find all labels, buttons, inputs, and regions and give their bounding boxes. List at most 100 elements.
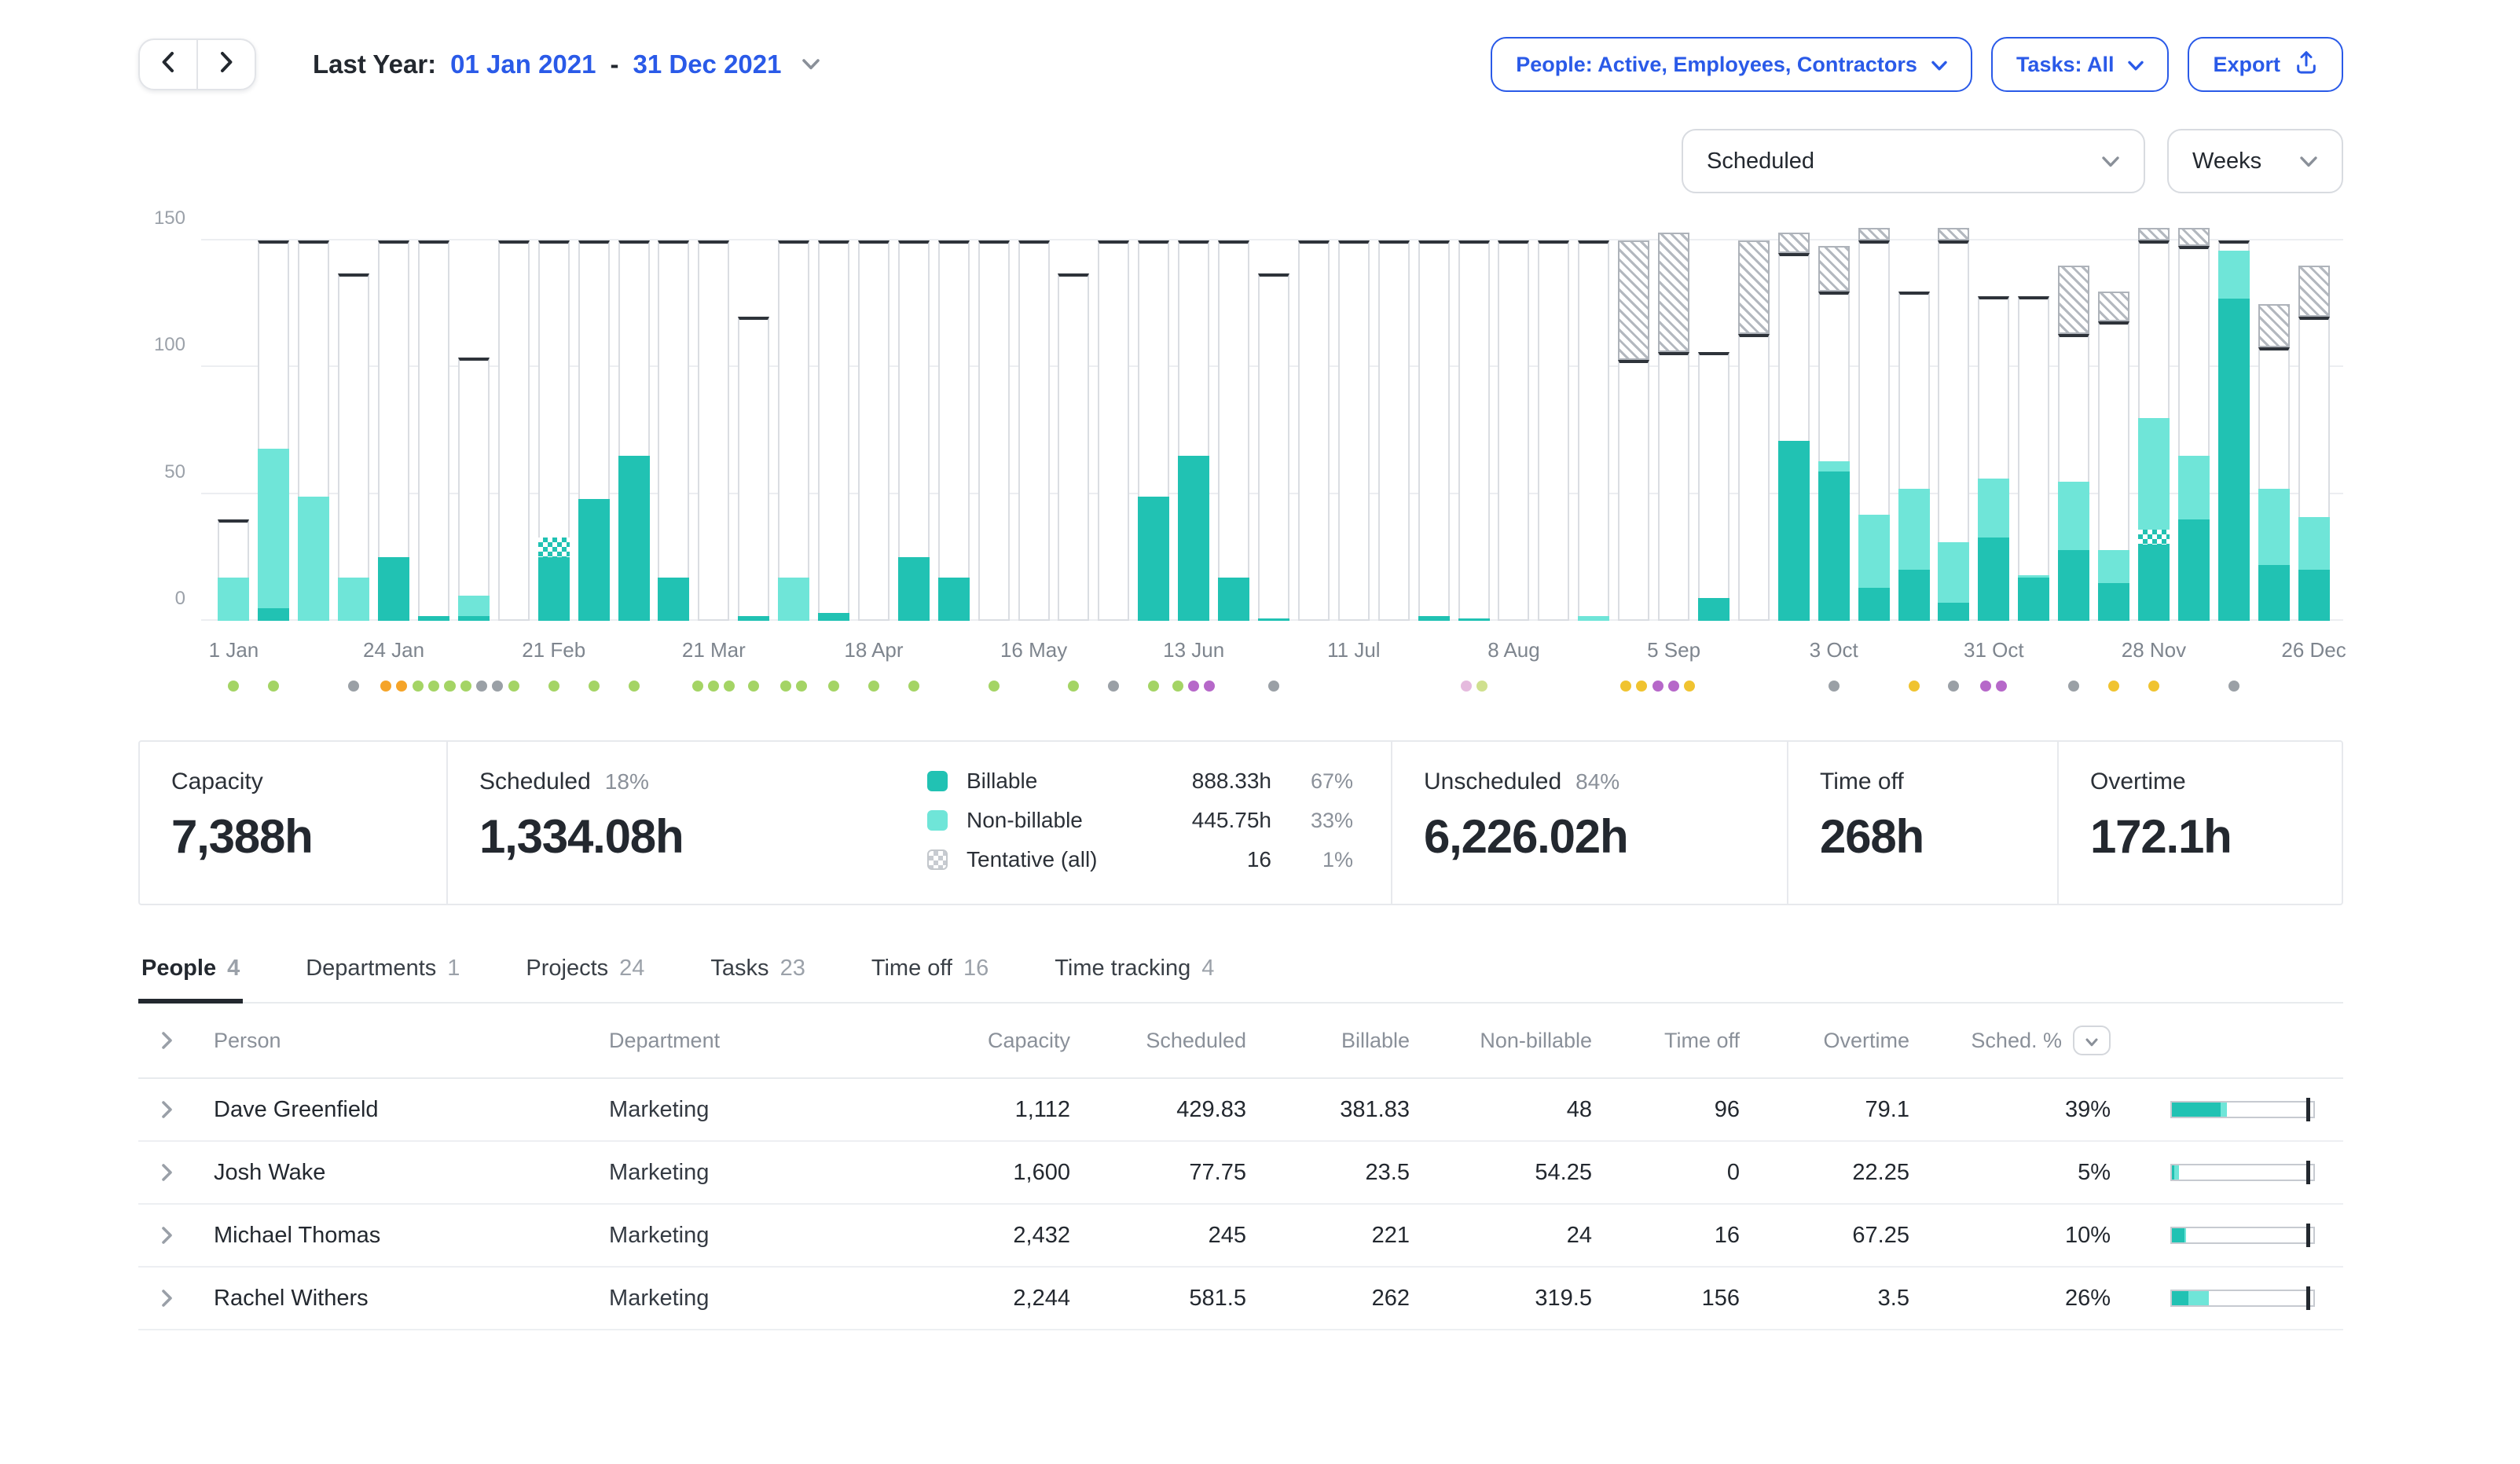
table-row-dave-greenfield[interactable]: Dave GreenfieldMarketing1,112429.83381.8… — [138, 1079, 2343, 1142]
chart-week-42[interactable] — [1894, 228, 1934, 621]
chart-week-0[interactable]: 1 Jan — [214, 228, 254, 621]
table-row-rachel-withers[interactable]: Rachel WithersMarketing2,244581.5262319.… — [138, 1268, 2343, 1330]
chart-week-6[interactable] — [453, 228, 493, 621]
row-expand-icon[interactable] — [138, 1226, 211, 1245]
chart-week-34[interactable] — [1574, 228, 1614, 621]
tab-label: Time off — [871, 956, 952, 982]
chart-week-26[interactable] — [1254, 228, 1294, 621]
chart-week-38[interactable] — [1733, 228, 1774, 621]
chart-week-22[interactable] — [1094, 228, 1134, 621]
chart-week-11[interactable] — [654, 228, 694, 621]
chart-week-48[interactable]: 28 Nov — [2134, 228, 2174, 621]
chart-week-35[interactable] — [1614, 228, 1654, 621]
milestone-dots — [748, 681, 759, 692]
chart-week-31[interactable] — [1454, 228, 1494, 621]
chart-week-47[interactable] — [2094, 228, 2134, 621]
chart-week-18[interactable] — [934, 228, 974, 621]
range-start-date[interactable]: 01 Jan 2021 — [450, 50, 596, 79]
chart-week-44[interactable]: 31 Oct — [1974, 228, 2014, 621]
header-capacity[interactable]: Capacity — [910, 1029, 1073, 1053]
bar-stack — [1778, 228, 1810, 621]
chart-week-3[interactable] — [334, 228, 374, 621]
chart-week-24[interactable]: 13 Jun — [1174, 228, 1214, 621]
header-department[interactable]: Department — [606, 1029, 910, 1053]
chart-week-27[interactable] — [1293, 228, 1333, 621]
chart-week-28[interactable]: 11 Jul — [1333, 228, 1374, 621]
header-scheduled[interactable]: Scheduled — [1073, 1029, 1249, 1053]
chart-week-8[interactable]: 21 Feb — [534, 228, 574, 621]
chart-week-29[interactable] — [1374, 228, 1414, 621]
header-non-billable[interactable]: Non-billable — [1413, 1029, 1595, 1053]
chart-week-5[interactable] — [414, 228, 454, 621]
chart-week-1[interactable] — [254, 228, 294, 621]
chart-week-49[interactable] — [2173, 228, 2214, 621]
chart-week-40[interactable]: 3 Oct — [1814, 228, 1854, 621]
chart-week-13[interactable] — [734, 228, 774, 621]
chart-week-30[interactable] — [1414, 228, 1454, 621]
chart-week-32[interactable]: 8 Aug — [1494, 228, 1534, 621]
tab-departments[interactable]: Departments1 — [303, 946, 463, 1002]
chart-week-20[interactable]: 16 May — [1014, 228, 1054, 621]
chart-week-12[interactable]: 21 Mar — [694, 228, 734, 621]
capacity-bar — [1578, 240, 1609, 621]
chart-week-37[interactable] — [1694, 228, 1734, 621]
chart-week-14[interactable] — [774, 228, 814, 621]
header-billable[interactable]: Billable — [1249, 1029, 1413, 1053]
tab-time-tracking[interactable]: Time tracking4 — [1051, 946, 1217, 1002]
chart-week-50[interactable] — [2214, 228, 2254, 621]
chart-week-17[interactable] — [893, 228, 934, 621]
chart-week-15[interactable] — [814, 228, 854, 621]
chart-week-39[interactable] — [1774, 228, 1814, 621]
chart-week-7[interactable] — [493, 228, 534, 621]
chart-week-43[interactable] — [1934, 228, 1974, 621]
bar-stack — [2138, 228, 2170, 621]
tab-projects[interactable]: Projects24 — [523, 946, 647, 1002]
interval-select[interactable]: Weeks — [2167, 129, 2343, 193]
sched-pct-dropdown-button[interactable] — [2073, 1026, 2111, 1055]
people-filter-button[interactable]: People: Active, Employees, Contractors — [1491, 37, 1972, 92]
table-row-josh-wake[interactable]: Josh WakeMarketing1,60077.7523.554.25022… — [138, 1142, 2343, 1205]
bar-stack — [1298, 228, 1330, 621]
chart-week-10[interactable] — [614, 228, 654, 621]
chart-week-23[interactable] — [1134, 228, 1174, 621]
chart-week-16[interactable]: 18 Apr — [854, 228, 894, 621]
chart-week-45[interactable] — [2014, 228, 2054, 621]
header-sched-pct[interactable]: Sched. % — [1913, 1026, 2114, 1055]
chart-week-4[interactable]: 24 Jan — [374, 228, 414, 621]
capacity-bar — [1018, 240, 1050, 621]
table-row-michael-thomas[interactable]: Michael ThomasMarketing2,432245221241667… — [138, 1205, 2343, 1268]
chart-week-19[interactable] — [974, 228, 1014, 621]
green-dot-icon — [1148, 681, 1159, 692]
chart-week-46[interactable] — [2054, 228, 2094, 621]
chart-week-51[interactable] — [2254, 228, 2294, 621]
header-person[interactable]: Person — [211, 1029, 606, 1053]
header-time-off[interactable]: Time off — [1595, 1029, 1743, 1053]
tasks-filter-button[interactable]: Tasks: All — [1991, 37, 2170, 92]
row-expand-icon[interactable] — [138, 1100, 211, 1119]
tab-label: Departments — [306, 956, 436, 982]
chart-week-9[interactable] — [574, 228, 614, 621]
tab-people[interactable]: People4 — [138, 946, 243, 1002]
chart-week-25[interactable] — [1214, 228, 1254, 621]
chart-week-21[interactable] — [1054, 228, 1094, 621]
gray-dot-icon — [1108, 681, 1119, 692]
export-button[interactable]: Export — [2188, 37, 2343, 92]
chart-week-2[interactable] — [294, 228, 334, 621]
tab-time-off[interactable]: Time off16 — [868, 946, 992, 1002]
next-period-button[interactable] — [196, 39, 256, 90]
chart-week-52[interactable]: 26 Dec — [2294, 228, 2334, 621]
metric-select[interactable]: Scheduled — [1682, 129, 2145, 193]
capacity-chart: 050100150 1 Jan24 Jan21 Feb21 Mar18 Apr1… — [138, 228, 2343, 621]
tab-tasks[interactable]: Tasks23 — [707, 946, 808, 1002]
chart-week-41[interactable] — [1854, 228, 1894, 621]
range-end-date[interactable]: 31 Dec 2021 — [633, 50, 781, 79]
chart-week-36[interactable]: 5 Sep — [1654, 228, 1694, 621]
row-expand-icon[interactable] — [138, 1163, 211, 1182]
row-expand-icon[interactable] — [138, 1289, 211, 1308]
chart-week-33[interactable] — [1534, 228, 1574, 621]
range-chevron-down-icon[interactable] — [801, 58, 820, 71]
header-expand-icon[interactable] — [138, 1031, 211, 1050]
bar-stack — [2058, 228, 2089, 621]
header-overtime[interactable]: Overtime — [1743, 1029, 1913, 1053]
prev-period-button[interactable] — [138, 39, 198, 90]
